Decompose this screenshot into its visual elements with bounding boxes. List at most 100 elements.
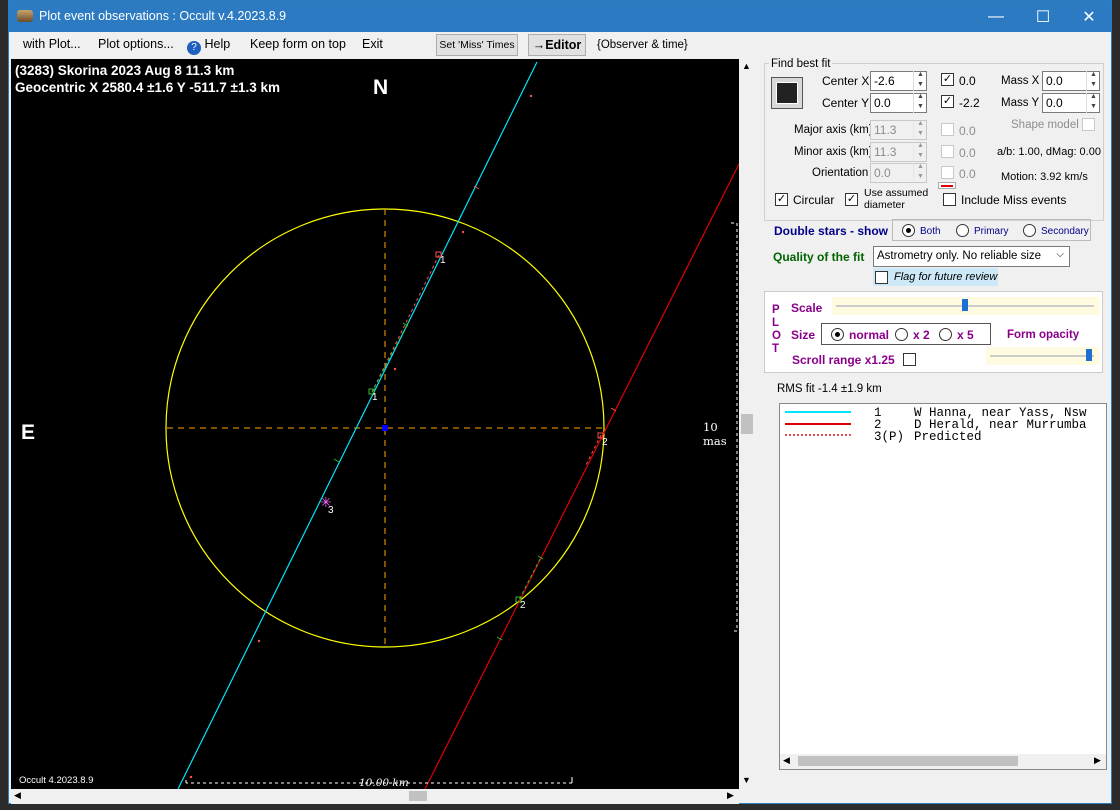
east-label: E — [21, 421, 36, 444]
size-x5-radio[interactable] — [939, 328, 952, 341]
legend-line-1 — [785, 411, 851, 413]
fix-minor-checkbox[interactable] — [941, 145, 954, 158]
scroll-left-icon[interactable]: ◀ — [14, 790, 21, 801]
minimize-button[interactable]: — — [973, 1, 1019, 32]
close-button[interactable]: ✕ — [1066, 1, 1112, 32]
best-fit-group-title: Find best fit — [769, 58, 833, 70]
graph-icon — [776, 82, 798, 104]
menu-observer-time[interactable]: {Observer & time} — [597, 39, 688, 51]
fix-x-checkbox[interactable]: ✓ — [941, 73, 954, 86]
double-primary-label: Primary — [974, 226, 1009, 237]
double-primary-radio[interactable] — [956, 224, 969, 237]
plot-horizontal-scrollbar[interactable]: ◀ ▶ — [11, 789, 739, 804]
use-assumed-checkbox[interactable]: ✓ — [845, 193, 858, 206]
size-x2-label: x 2 — [913, 328, 930, 342]
minor-axis-spinner[interactable] — [913, 142, 927, 162]
circular-checkbox[interactable]: ✓ — [775, 193, 788, 206]
plot-footer: Occult 4.2023.8.9 — [19, 775, 94, 786]
flag-review-checkbox[interactable] — [875, 271, 888, 284]
legend-num-3: 3(P) — [874, 430, 905, 444]
size-x5-label: x 5 — [957, 328, 974, 342]
scroll-right-icon[interactable]: ▶ — [727, 790, 734, 801]
scroll-right-icon[interactable]: ▶ — [1094, 755, 1101, 766]
plot-title-line2: Geocentric X 2580.4 ±1.6 Y -511.7 ±1.3 k… — [15, 80, 280, 95]
scale-slider-thumb[interactable] — [962, 299, 968, 311]
chord-1-line — [177, 61, 538, 789]
orientation-label: Orientation — [812, 167, 869, 179]
fix-major-value: 0.0 — [959, 124, 976, 138]
plot-vertical-scrollbar[interactable]: ▲ ▼ — [739, 59, 756, 789]
menu-keep-on-top[interactable]: Keep form on top — [250, 37, 346, 51]
plot-letter: O — [772, 330, 781, 342]
menu-exit[interactable]: Exit — [362, 37, 383, 51]
fix-y-checkbox[interactable]: ✓ — [941, 95, 954, 108]
legend-text-3: Predicted — [914, 430, 982, 444]
size-normal-label: normal — [849, 328, 890, 342]
scale-slider[interactable] — [832, 297, 1100, 315]
mass-x-spinner[interactable] — [1086, 71, 1100, 91]
shape-model-checkbox[interactable] — [1082, 118, 1095, 131]
vertical-scroll-thumb[interactable] — [741, 414, 753, 434]
plot-letter: L — [772, 317, 780, 329]
center-y-spinner[interactable] — [913, 93, 927, 113]
km-scale-label: 10.00 km — [359, 777, 409, 789]
miss-color-swatch — [938, 182, 956, 189]
chevron-down-icon: ⌵ — [1056, 249, 1064, 260]
major-axis-spinner[interactable] — [913, 120, 927, 140]
include-miss-checkbox[interactable] — [943, 193, 956, 206]
menu-help[interactable]: ? Help — [187, 37, 230, 55]
window-title: Plot event observations : Occult v.4.202… — [39, 9, 287, 23]
circular-label: Circular — [793, 193, 835, 207]
menu-with-plot[interactable]: with Plot... — [23, 37, 81, 51]
find-best-fit-button[interactable] — [771, 77, 803, 109]
north-label: N — [373, 76, 389, 99]
mass-y-spinner[interactable] — [1086, 93, 1100, 113]
include-miss-label: Include Miss events — [961, 193, 1067, 207]
double-secondary-label: Secondary — [1041, 226, 1089, 237]
scroll-up-icon[interactable]: ▲ — [742, 61, 751, 71]
size-x2-radio[interactable] — [895, 328, 908, 341]
set-miss-times-button[interactable]: Set 'Miss' Times — [436, 34, 518, 56]
scroll-range-label: Scroll range x1.25 — [792, 353, 895, 367]
plot-canvas[interactable]: ✳ (3283) Skorina 2023 Aug 8 11.3 km Geoc… — [11, 59, 739, 789]
chord-2-line — [424, 163, 739, 789]
legend-line-3 — [785, 434, 851, 436]
opacity-slider-thumb[interactable] — [1086, 349, 1092, 361]
mass-x-label: Mass X — [1001, 75, 1040, 87]
help-icon: ? — [187, 41, 201, 55]
legend-line-2 — [785, 423, 851, 425]
maximize-button[interactable]: ☐ — [1020, 1, 1066, 32]
editor-button[interactable]: →Editor — [528, 34, 586, 56]
shape-model-label: Shape model — [1011, 119, 1079, 131]
size-normal-radio[interactable] — [831, 328, 844, 341]
legend-horizontal-scrollbar[interactable]: ◀ ▶ — [780, 754, 1106, 769]
center-x-spinner[interactable] — [913, 71, 927, 91]
plot-letter: P — [772, 304, 780, 316]
occultation-plot: ✳ — [165, 61, 739, 789]
form-opacity-slider[interactable] — [986, 347, 1100, 365]
chord-1-ingress-error — [371, 254, 440, 393]
double-stars-label: Double stars - show — [774, 224, 889, 238]
menu-plot-options[interactable]: Plot options... — [98, 37, 174, 51]
legend-scroll-thumb[interactable] — [798, 756, 1018, 766]
fix-major-checkbox[interactable] — [941, 123, 954, 136]
fix-orientation-checkbox[interactable] — [941, 166, 954, 179]
chord-label: 2 — [602, 437, 608, 448]
scroll-down-icon[interactable]: ▼ — [742, 775, 751, 785]
scroll-range-checkbox[interactable] — [903, 353, 916, 366]
quality-dropdown[interactable]: Astrometry only. No reliable size ⌵ — [873, 246, 1070, 267]
chord-2-ingress-error — [584, 434, 602, 468]
double-both-radio[interactable] — [902, 224, 915, 237]
ab-dmag-readout: a/b: 1.00, dMag: 0.00 — [997, 146, 1101, 158]
orientation-spinner[interactable] — [913, 163, 927, 183]
chord-label: 3 — [328, 505, 334, 516]
observer-legend[interactable]: 1 W Hanna, near Yass, Nsw 2 D Herald, ne… — [779, 403, 1107, 770]
rms-fit-readout: RMS fit -1.4 ±1.9 km — [777, 383, 882, 395]
double-secondary-radio[interactable] — [1023, 224, 1036, 237]
horizontal-scroll-thumb[interactable] — [409, 791, 427, 801]
double-both-label: Both — [920, 226, 941, 237]
menu-help-label: Help — [204, 37, 231, 51]
scroll-left-icon[interactable]: ◀ — [783, 755, 790, 766]
quality-label: Quality of the fit — [773, 250, 865, 264]
title-bar: Plot event observations : Occult v.4.202… — [9, 1, 1111, 32]
